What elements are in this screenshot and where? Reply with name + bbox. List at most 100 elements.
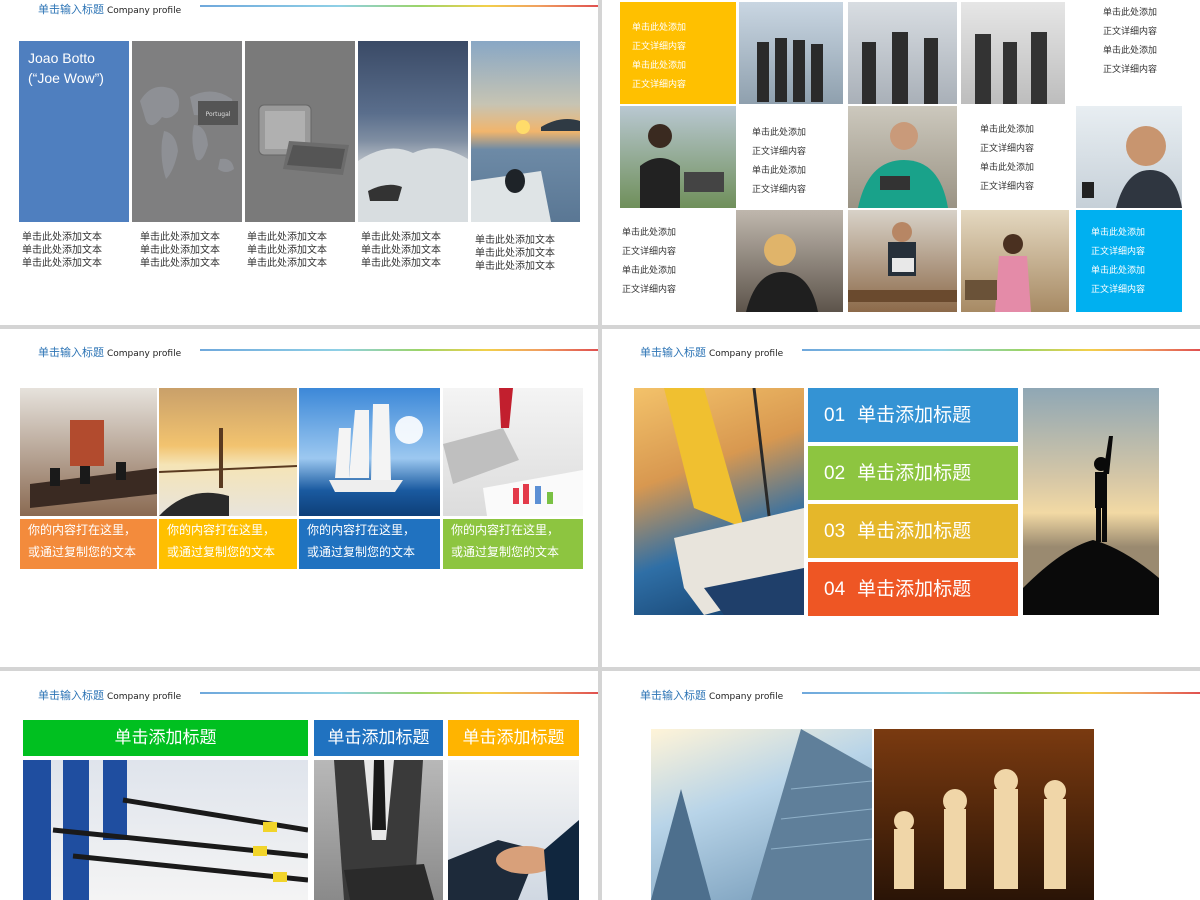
woman-kitchen-photo: [961, 210, 1069, 312]
profile-nickname: (“Joe Wow”): [28, 70, 104, 86]
text-block-row3-left: 单击此处添加 正文详细内容 单击此处添加 正文详细内容: [622, 224, 676, 300]
strip-text: 你的内容打在这里，: [28, 523, 137, 537]
header-rule: [802, 349, 1200, 351]
caption-line: 单击此处添加文本: [247, 258, 327, 269]
caption-line: 单击此处添加文本: [140, 245, 220, 256]
slide-title: 单击输入标题: [640, 346, 706, 359]
caption-line: 单击此处添加文本: [361, 258, 441, 269]
slide-4[interactable]: 单击输入标题 Company profile 01 单击添加标题 02 单击添加标题 …: [602, 329, 1200, 667]
caption-line: 单击此处添加文本: [140, 232, 220, 243]
business-people-photo-a: [848, 2, 957, 104]
businessman-suit-photo: [314, 760, 443, 900]
tile-text: 单击此处添加: [632, 23, 687, 33]
strip-text: 你的内容打在这里，: [307, 523, 416, 537]
tablet-keyboard-photo: [245, 41, 355, 222]
info-strip-green: 你的内容打在这里， 或通过复制您的文本: [443, 519, 583, 569]
title-bar-blue[interactable]: 单击添加标题: [314, 720, 443, 756]
map-tooltip-label: Portugal: [206, 111, 231, 118]
sunset-sea-photo: [471, 41, 580, 222]
slide-header: 单击输入标题 Company profile: [38, 0, 182, 16]
sailboat-photo: [634, 388, 804, 615]
numbered-item-1[interactable]: 01 单击添加标题: [808, 388, 1018, 442]
chess-pieces-photo: [874, 729, 1094, 900]
meeting-room-photo: [20, 388, 157, 516]
title-bar-label: 单击添加标题: [114, 728, 217, 748]
title-bar-green[interactable]: 单击添加标题: [23, 720, 308, 756]
caption-line: 单击此处添加文本: [475, 248, 555, 259]
slide-6[interactable]: 单击输入标题 Company profile: [602, 671, 1200, 900]
numbered-item-2[interactable]: 02 单击添加标题: [808, 446, 1018, 500]
caption-line: 单击此处添加文本: [22, 232, 102, 243]
tile-text: 单击此处添加: [980, 163, 1035, 173]
tile-text: 正文详细内容: [1103, 65, 1158, 75]
slide-subtitle: Company profile: [107, 6, 182, 16]
slide-title: 单击输入标题: [640, 689, 706, 702]
business-report-photo: [443, 388, 583, 516]
tile-text: 单击此处添加: [980, 125, 1035, 135]
tile-text: 正文详细内容: [622, 285, 677, 295]
sailing-ship-photo: [299, 388, 440, 516]
tile-text: 单击此处添加: [622, 228, 677, 238]
slide-header: 单击输入标题 Company profile: [38, 684, 182, 702]
slide-header: 单击输入标题 Company profile: [640, 341, 783, 359]
text-block-top-right: 单击此处添加 正文详细内容 单击此处添加 正文详细内容: [1103, 4, 1157, 80]
business-people-photo-b: [961, 2, 1065, 104]
slide-2[interactable]: 单击此处添加 正文详细内容 单击此处添加 正文详细内容 单击此处添加 正文详细内…: [602, 0, 1200, 325]
numbered-item-3[interactable]: 03 单击添加标题: [808, 504, 1018, 558]
slide-5[interactable]: 单击输入标题 Company profile 单击添加标题 单击添加标题 单击添加…: [0, 671, 598, 900]
tile-text: 单击此处添加: [1103, 46, 1158, 56]
caption-line: 单击此处添加文本: [247, 245, 327, 256]
strip-text: 或通过复制您的文本: [28, 545, 137, 559]
slide-title: 单击输入标题: [38, 346, 104, 359]
item-title: 单击添加标题: [857, 404, 972, 426]
tile-text: 正文详细内容: [752, 147, 807, 157]
item-number: 04: [824, 579, 846, 600]
caption-line: 单击此处添加文本: [247, 232, 327, 243]
text-tile-cyan: 单击此处添加 正文详细内容 单击此处添加 正文详细内容: [1076, 210, 1182, 312]
slide-title: 单击输入标题: [38, 3, 104, 16]
tile-text: 正文详细内容: [1091, 285, 1146, 295]
info-strip-yellow: 你的内容打在这里， 或通过复制您的文本: [159, 519, 297, 569]
tile-text: 正文详细内容: [752, 185, 807, 195]
skyscraper-photo: [651, 729, 872, 900]
strip-text: 你的内容打在这里，: [451, 523, 560, 537]
summit-silhouette-photo: [1023, 388, 1159, 615]
slide-header: 单击输入标题 Company profile: [38, 341, 182, 359]
slide-1[interactable]: 单击输入标题 Company profile Joao Botto (“Joe W…: [0, 0, 598, 325]
tile-text: 正文详细内容: [632, 42, 687, 52]
header-rule: [200, 5, 598, 7]
slide-subtitle: Company profile: [107, 349, 182, 359]
tile-text: 正文详细内容: [980, 182, 1035, 192]
snowy-mountain-photo: [358, 41, 468, 222]
caption-col-4: 单击此处添加文本 单击此处添加文本 单击此处添加文本: [361, 231, 441, 270]
title-bar-label: 单击添加标题: [462, 728, 565, 748]
tile-text: 正文详细内容: [622, 247, 677, 257]
slide-subtitle: Company profile: [107, 692, 182, 702]
caption-col-5: 单击此处添加文本 单击此处添加文本 单击此处添加文本: [475, 234, 555, 273]
item-title: 单击添加标题: [857, 520, 972, 542]
slide-subtitle: Company profile: [709, 692, 784, 702]
man-laptop-bench-photo: [848, 210, 957, 312]
numbered-item-4[interactable]: 04 单击添加标题: [808, 562, 1018, 616]
caption-line: 单击此处添加文本: [361, 245, 441, 256]
tile-text: 正文详细内容: [1103, 27, 1158, 37]
tile-text: 单击此处添加: [622, 266, 677, 276]
slide-header: 单击输入标题 Company profile: [640, 684, 784, 702]
title-bar-yellow[interactable]: 单击添加标题: [448, 720, 579, 756]
caption-col-2: 单击此处添加文本 单击此处添加文本 单击此处添加文本: [140, 231, 220, 270]
header-rule: [200, 349, 598, 351]
header-rule: [200, 692, 598, 694]
text-block-row2-a: 单击此处添加 正文详细内容 单击此处添加 正文详细内容: [752, 124, 806, 200]
profile-name-panel: Joao Botto (“Joe Wow”): [19, 41, 129, 222]
tile-text: 正文详细内容: [1091, 247, 1146, 257]
slide-title: 单击输入标题: [38, 689, 104, 702]
item-number: 02: [824, 463, 846, 484]
title-bar-label: 单击添加标题: [327, 728, 430, 748]
text-block-row2-b: 单击此处添加 正文详细内容 单击此处添加 正文详细内容: [980, 121, 1034, 197]
handshake-photo: [448, 760, 579, 900]
strip-text: 或通过复制您的文本: [307, 545, 416, 559]
tile-text: 单击此处添加: [1103, 8, 1158, 18]
slide-3[interactable]: 单击输入标题 Company profile 你的内容打在这里， 或通过复制您的文…: [0, 329, 598, 667]
golden-gate-fog-photo: [159, 388, 297, 516]
item-title: 单击添加标题: [857, 462, 972, 484]
